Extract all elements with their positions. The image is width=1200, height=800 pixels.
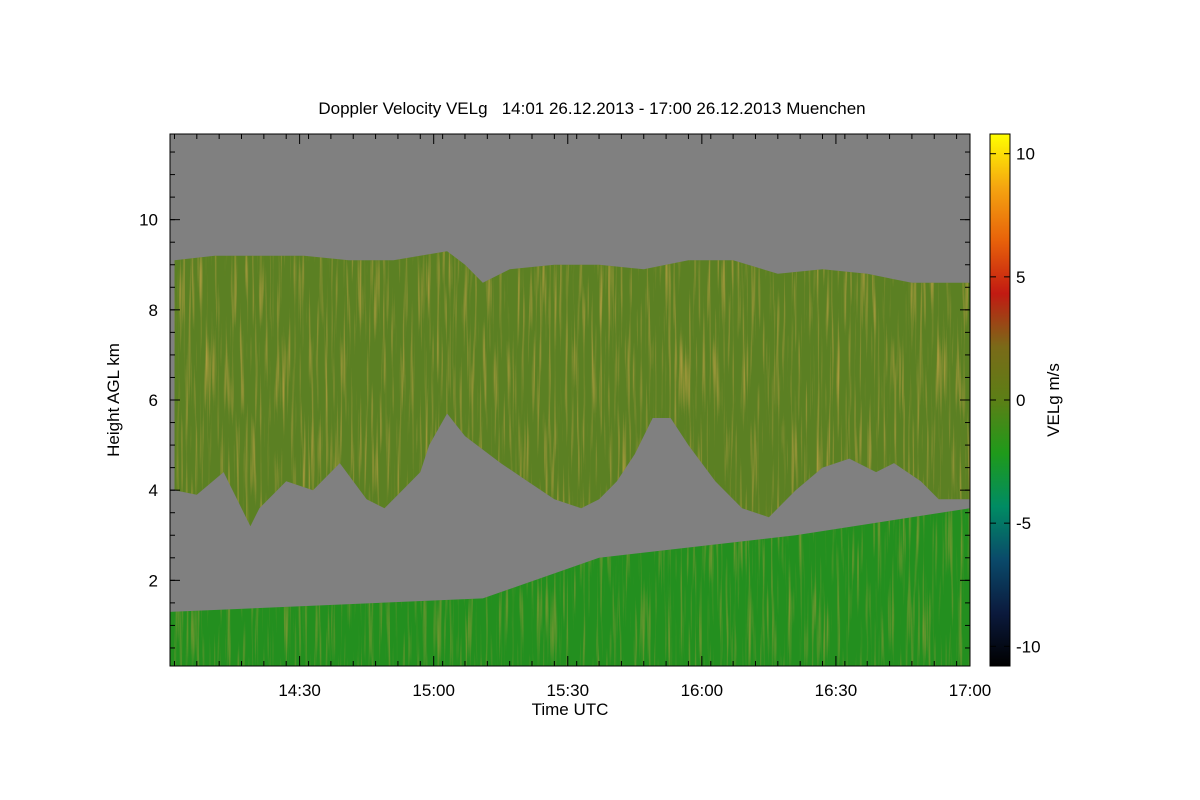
colorbar-tick-label: -10 <box>1016 637 1041 656</box>
y-axis-label: Height AGL km <box>104 343 123 457</box>
x-tick-label: 16:00 <box>681 681 724 700</box>
y-tick-label: 2 <box>149 571 158 590</box>
chart-title: Doppler Velocity VELg 14:01 26.12.2013 -… <box>318 99 865 118</box>
colorbar-tick-label: 0 <box>1016 391 1025 410</box>
y-tick-label: 6 <box>149 391 158 410</box>
plot-area <box>170 134 970 666</box>
y-tick-label: 8 <box>149 301 158 320</box>
colorbar-tick-label: -5 <box>1016 514 1031 533</box>
x-tick-label: 14:30 <box>278 681 321 700</box>
y-tick-label: 10 <box>139 211 158 230</box>
x-tick-label: 17:00 <box>949 681 992 700</box>
x-tick-label: 15:00 <box>412 681 455 700</box>
colorbar-tick-label: 5 <box>1016 268 1025 287</box>
colorbar-label: VELg m/s <box>1044 363 1063 437</box>
x-tick-label: 16:30 <box>815 681 858 700</box>
y-tick-label: 4 <box>149 481 158 500</box>
doppler-velocity-chart: Doppler Velocity VELg 14:01 26.12.2013 -… <box>104 99 1063 719</box>
x-axis-label: Time UTC <box>532 700 609 719</box>
colorbar: 10 5 0 -5 -10 VELg m/s <box>989 133 1063 667</box>
colorbar-tick-label: 10 <box>1016 145 1035 164</box>
x-tick-label: 15:30 <box>546 681 589 700</box>
